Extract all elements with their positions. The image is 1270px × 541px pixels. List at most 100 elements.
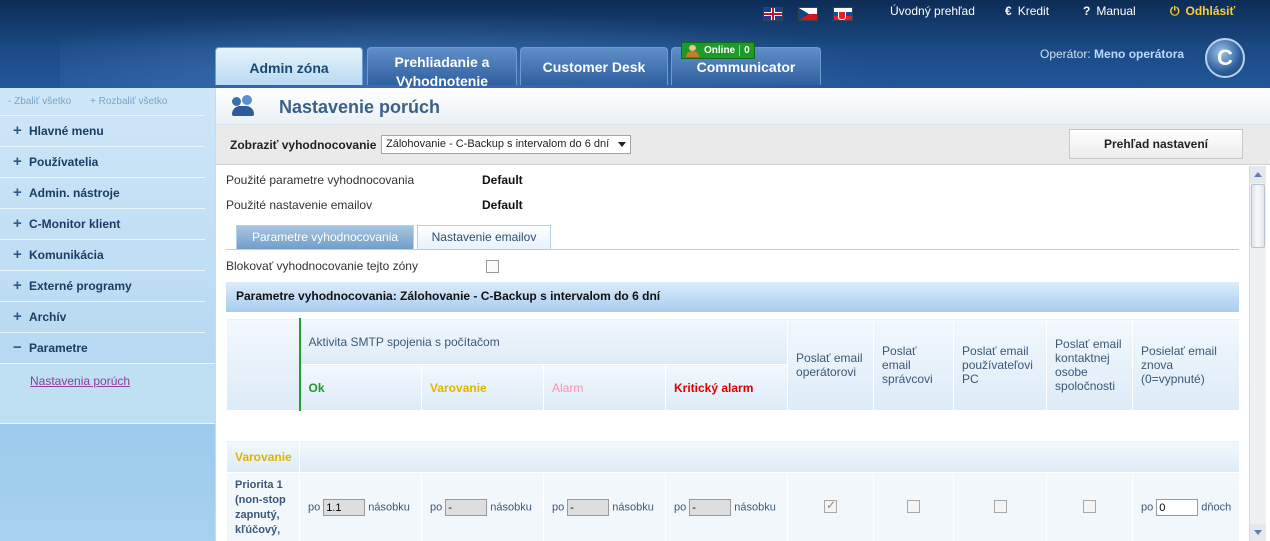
smtp-activity-header: Aktivita SMTP spojenia s počítačom xyxy=(298,318,789,365)
send-contact-header: Poslať email kontaktnej osobe spoločnost… xyxy=(1046,318,1134,411)
subtab-divider xyxy=(226,249,1239,250)
overview-link[interactable]: Úvodný prehľad xyxy=(890,4,975,18)
plus-icon: + xyxy=(13,153,22,170)
operator-label: Operátor: xyxy=(1040,47,1091,61)
send-contact-cell xyxy=(1046,472,1134,541)
content-scrollbar[interactable] xyxy=(1249,166,1266,541)
send-user-header: Poslať email používateľovi PC xyxy=(953,318,1048,411)
sidebar-item-external-programs[interactable]: + Externé programy xyxy=(0,270,205,301)
sidebar-item-cmonitor-client[interactable]: + C-Monitor klient xyxy=(0,208,205,239)
overview-link-label: Úvodný prehľad xyxy=(890,4,975,18)
title-bar: Nastavenie porúch xyxy=(216,88,1270,125)
send-operator-cell xyxy=(787,472,875,541)
collapse-all-link[interactable]: - Zbaliť všetko xyxy=(8,96,71,107)
tab-email-settings[interactable]: Nastavenie emailov xyxy=(417,225,551,250)
cell-suffix: násobku xyxy=(490,501,532,514)
block-evaluation-checkbox[interactable] xyxy=(486,260,499,273)
english-flag-icon[interactable] xyxy=(763,7,783,21)
user-online-icon xyxy=(686,45,699,57)
users-icon xyxy=(232,95,256,117)
tab-customer-desk[interactable]: Customer Desk xyxy=(520,47,668,85)
sidebar-item-label: Komunikácia xyxy=(29,248,104,262)
alarm-multiplier-cell: po násobku xyxy=(543,472,666,541)
send-admin-checkbox[interactable] xyxy=(907,499,921,513)
tab-review-label-1: Prehliadanie a xyxy=(394,54,490,70)
sidebar-item-label: Parametre xyxy=(29,341,88,355)
tab-evaluation-parameters[interactable]: Parametre vyhodnocovania xyxy=(236,225,414,250)
level-warning-header: Varovanie xyxy=(421,364,544,411)
credit-link[interactable]: € Kredit xyxy=(1005,4,1049,18)
logout-link[interactable]: ⏻ Odhlásiť xyxy=(1170,4,1235,18)
logout-link-label: Odhlásiť xyxy=(1185,4,1236,18)
app-logo: C xyxy=(1205,38,1245,78)
table-header-row: Aktivita SMTP spojenia s počítačom Posla… xyxy=(226,318,1241,411)
minus-icon: − xyxy=(13,339,22,356)
filter-label: Zobraziť vyhodnocovanie xyxy=(230,138,377,152)
priority-name: Priorita 1 (non-stop zapnutý, kľúčový, xyxy=(226,472,300,541)
euro-icon: € xyxy=(1005,4,1012,18)
alarm-multiplier-input[interactable] xyxy=(567,499,610,516)
info-email-value: Default xyxy=(482,198,523,212)
scrollbar-thumb[interactable] xyxy=(1251,184,1265,248)
cell-prefix: po xyxy=(308,501,321,514)
sidebar-footer xyxy=(0,423,215,541)
tab-review-evaluation[interactable]: Prehliadanie a Vyhodnotenie xyxy=(367,47,517,88)
sidebar-item-archive[interactable]: + Archív xyxy=(0,301,205,332)
table-spacer xyxy=(226,410,1240,441)
sidebar-subitem-fault-settings[interactable]: Nastavenia porúch xyxy=(30,374,130,388)
group-warning-label: Varovanie xyxy=(226,440,300,473)
header-bar: Úvodný prehľad € Kredit ? Manual ⏻ Odhlásiť… xyxy=(0,0,1270,88)
sidebar-item-label: Archív xyxy=(29,310,67,324)
group-row-warning: Varovanie xyxy=(226,440,1241,473)
tab-admin-zone-label: Admin zóna xyxy=(249,60,329,76)
info-email-label: Použité nastavenie emailov xyxy=(226,198,373,212)
resend-cell: po dňoch xyxy=(1132,472,1241,541)
send-operator-checkbox[interactable] xyxy=(824,498,838,513)
scroll-down-icon[interactable] xyxy=(1250,524,1266,541)
evaluation-select[interactable]: Zálohovanie - C-Backup s intervalom do 6… xyxy=(381,135,631,154)
czech-flag-icon[interactable] xyxy=(798,7,818,21)
cell-prefix: po xyxy=(552,501,565,514)
ok-multiplier-input[interactable] xyxy=(323,499,366,516)
cell-suffix: dňoch xyxy=(1201,501,1232,514)
sidebar-item-parameters[interactable]: − Parametre xyxy=(0,332,205,363)
slovak-flag-icon[interactable] xyxy=(833,7,853,21)
expand-all-link[interactable]: + Rozbaliť všetko xyxy=(90,96,167,107)
sidebar-toggle-bar: - Zbaliť všetko + Rozbaliť všetko xyxy=(0,88,215,115)
send-operator-header: Poslať email operátorovi xyxy=(787,318,875,411)
sidebar-item-main-menu[interactable]: + Hlavné menu xyxy=(0,115,205,146)
critical-multiplier-input[interactable] xyxy=(689,499,732,516)
warning-multiplier-cell: po násobku xyxy=(421,472,544,541)
settings-overview-button[interactable]: Prehľad nastavení xyxy=(1069,129,1243,159)
sidebar-item-users[interactable]: + Používatelia xyxy=(0,146,205,177)
fault-rules-table: Aktivita SMTP spojenia s počítačom Posla… xyxy=(226,318,1241,541)
scroll-up-icon[interactable] xyxy=(1250,166,1266,183)
cell-prefix: po xyxy=(674,501,687,514)
sidebar-item-admin-tools[interactable]: + Admin. nástroje xyxy=(0,177,205,208)
cell-prefix: po xyxy=(1141,501,1154,514)
sidebar-item-label: C-Monitor klient xyxy=(29,217,121,231)
send-user-checkbox[interactable] xyxy=(993,499,1007,513)
sidebar-item-label: Používatelia xyxy=(29,155,99,169)
sidebar-item-label: Admin. nástroje xyxy=(29,186,120,200)
resend-header: Posielať email znova (0=vypnuté) xyxy=(1132,318,1241,411)
ok-multiplier-cell: po násobku xyxy=(299,472,422,541)
resend-days-input[interactable] xyxy=(1156,499,1199,516)
sidebar-subitem-container: Nastavenia porúch xyxy=(0,363,215,423)
online-status-badge[interactable]: Online 0 xyxy=(681,42,755,59)
sidebar-item-communication[interactable]: + Komunikácia xyxy=(0,239,205,270)
level-alarm-header: Alarm xyxy=(543,364,666,411)
warning-multiplier-input[interactable] xyxy=(445,499,488,516)
info-params-value: Default xyxy=(482,173,523,187)
level-critical-header: Kritický alarm xyxy=(664,364,789,411)
online-label: Online xyxy=(704,45,736,56)
info-row-email: Použité nastavenie emailov Default xyxy=(226,198,523,212)
send-contact-checkbox[interactable] xyxy=(1083,499,1097,513)
sidebar-item-label: Externé programy xyxy=(29,279,132,293)
credit-link-label: Kredit xyxy=(1017,4,1050,18)
manual-link[interactable]: ? Manual xyxy=(1083,4,1136,18)
cell-suffix: násobku xyxy=(612,501,654,514)
send-admin-header: Poslať email správcovi xyxy=(873,318,955,411)
section-header: Parametre vyhodnocovania: Zálohovanie - … xyxy=(226,282,1239,312)
tab-admin-zone[interactable]: Admin zóna xyxy=(215,47,363,85)
